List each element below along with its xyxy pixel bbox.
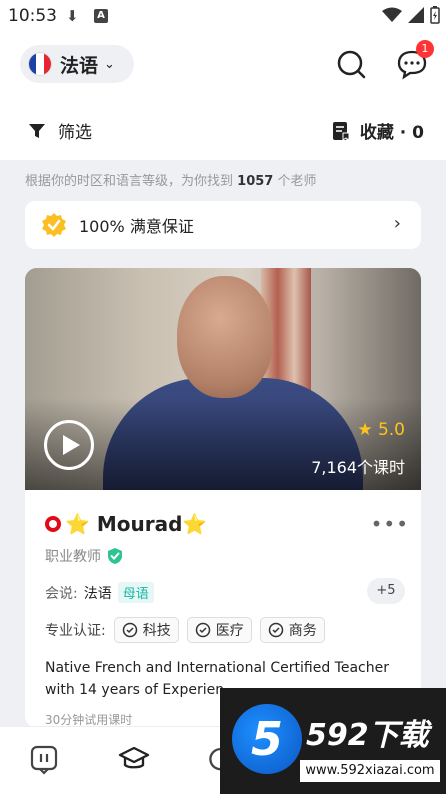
guarantee-label: 100% 满意保证 [79, 217, 194, 236]
favorites-label: 收藏 · 0 [359, 123, 424, 143]
check-badge-icon [195, 622, 210, 638]
verified-badge-icon [42, 213, 66, 237]
graduation-cap-icon [118, 746, 150, 769]
play-icon [63, 435, 80, 455]
lesson-count: 7,164个课时 [311, 458, 405, 477]
teacher-video-thumbnail[interactable]: ★ 5.0 7,164个课时 [25, 268, 421, 490]
search-button[interactable] [335, 48, 367, 80]
download-icon: ⬇ [66, 7, 79, 25]
cert-chip-medical: 医疗 [186, 617, 252, 643]
watermark-digit: 5 [232, 704, 302, 774]
france-flag-icon [28, 52, 52, 76]
lesson-card-icon [30, 745, 58, 775]
language-selector[interactable]: 法语 ⌄ [20, 45, 134, 83]
rating: ★ 5.0 [357, 420, 405, 440]
result-count: 1057 [237, 174, 274, 189]
app-notification-icon: A [94, 9, 108, 23]
language-label: 法语 [60, 54, 99, 77]
watermark-url: www.592xiazai.com [300, 760, 440, 782]
satisfaction-guarantee-banner[interactable]: 100% 满意保证 › [25, 201, 421, 249]
verified-shield-icon [108, 548, 122, 564]
cert-chip-tech: 科技 [113, 617, 179, 643]
status-bar: 10:53 ⬇ A [0, 0, 446, 32]
check-badge-icon [122, 622, 137, 638]
speaks-label: 会说: [45, 585, 78, 602]
nav-lessons-tab[interactable] [30, 745, 58, 779]
more-options-icon[interactable]: ••• [371, 512, 409, 536]
result-count-text: 根据你的时区和语言等级，为你找到 1057 个老师 [25, 174, 317, 189]
chevron-right-icon: › [393, 213, 401, 234]
wifi-icon [382, 7, 402, 22]
spoken-language: 法语 [83, 585, 112, 602]
tunisia-flag-icon [45, 516, 61, 532]
messages-button[interactable]: 1 [396, 40, 434, 80]
check-badge-icon [268, 622, 283, 638]
filter-button[interactable]: 筛选 [28, 118, 92, 143]
filter-icon [29, 123, 45, 138]
teacher-name: ⭐ Mourad⭐ [65, 512, 208, 536]
message-count-badge: 1 [416, 40, 434, 58]
native-tag: 母语 [117, 582, 154, 603]
watermark-logo: 5 592下载 www.592xiazai.com [220, 688, 446, 794]
clock: 10:53 [8, 6, 57, 26]
battery-icon [430, 6, 440, 24]
favorites-button[interactable]: 收藏 · 0 [332, 118, 424, 143]
chevron-down-icon: ⌄ [104, 56, 115, 72]
more-languages-button[interactable]: +5 [367, 578, 405, 604]
play-button[interactable] [44, 420, 94, 470]
watermark-brand: 592下载 [306, 718, 429, 753]
top-bar: 法语 ⌄ 1 筛选 收藏 · 0 [0, 32, 446, 160]
filter-label: 筛选 [58, 123, 92, 143]
nav-find-teacher-tab[interactable] [118, 745, 150, 777]
signal-icon [408, 7, 424, 23]
cert-chip-business: 商务 [259, 617, 325, 643]
teacher-role: 职业教师 [45, 549, 101, 565]
certification-label: 专业认证: [45, 623, 106, 639]
bookmark-list-icon [332, 121, 350, 141]
search-icon [337, 50, 366, 79]
teacher-card[interactable]: ★ 5.0 7,164个课时 ⭐ Mourad⭐ ••• 职业教师 会说: 法语… [25, 268, 421, 728]
